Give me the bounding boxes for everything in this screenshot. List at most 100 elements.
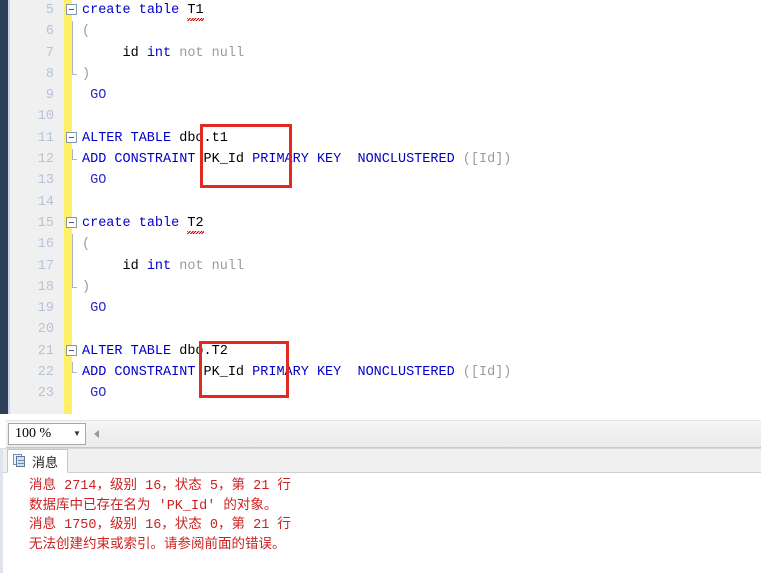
line-number: 7: [45, 45, 54, 61]
code-line[interactable]: 19 GO: [38, 298, 761, 319]
code-line-text: create table T1: [82, 3, 204, 18]
tab-messages[interactable]: 消息: [7, 449, 69, 473]
code-token: int: [146, 258, 172, 274]
messages-document-icon: [13, 454, 27, 468]
code-token: NONCLUSTERED: [357, 365, 455, 381]
code-token: create: [82, 3, 131, 18]
code-line[interactable]: 15 create table T2: [38, 213, 761, 234]
block-guide-line: [72, 42, 73, 64]
code-token: table: [138, 3, 180, 18]
code-text-area[interactable]: 5 create table T1 6(7 id int not null 8) 9 G…: [38, 0, 761, 414]
code-token: ALTER TABLE: [82, 130, 172, 146]
line-number: 10: [37, 109, 54, 125]
code-token: PK_Id: [195, 152, 253, 168]
line-number: 5: [45, 3, 54, 18]
block-guide-line: [72, 149, 77, 161]
line-number: 23: [37, 386, 54, 402]
message-line: 无法创建约束或索引。请参阅前面的错误。: [29, 537, 286, 553]
code-token: not null: [179, 258, 245, 274]
code-token: (: [82, 24, 91, 40]
code-token: ): [82, 66, 91, 82]
line-number: 15: [37, 215, 54, 231]
code-token: (: [82, 237, 91, 253]
zoom-level-value: 100 %: [15, 426, 52, 441]
code-token: ([Id]): [454, 152, 512, 168]
code-line[interactable]: 16 (: [38, 234, 761, 256]
line-number: 9: [45, 88, 54, 104]
code-line[interactable]: 8): [46, 63, 761, 85]
code-token: PK_Id: [195, 365, 253, 381]
code-line-text: (: [82, 24, 90, 39]
message-line: 消息 2714，级别 16，状态 5，第 21 行: [29, 479, 291, 494]
code-line[interactable]: 20: [38, 319, 761, 340]
code-line[interactable]: 9 GO: [46, 85, 761, 106]
code-line-text: ): [82, 67, 90, 82]
code-line[interactable]: 13 GO: [38, 170, 761, 191]
messages-pane: 消息 消息 2714，级别 16，状态 5，第 21 行数据库中已存在名为 'P…: [3, 448, 761, 573]
line-number: 22: [37, 365, 54, 381]
code-token: PRIMARY KEY: [252, 365, 342, 381]
code-token: ): [82, 279, 91, 295]
code-token: not null: [179, 45, 245, 61]
sql-code-editor[interactable]: 5 create table T1 6(7 id int not null 8) 9 G…: [10, 0, 761, 414]
code-token: dbo.T2: [171, 343, 228, 359]
code-line-text: GO: [82, 88, 106, 103]
code-line-text: ALTER TABLE dbo.t1: [82, 131, 228, 146]
code-line[interactable]: 7 id int not null: [46, 42, 761, 64]
code-line-text: ): [82, 280, 90, 295]
code-line-text: ADD CONSTRAINT PK_Id PRIMARY KEY NONCLUS…: [82, 365, 511, 380]
editor-status-bar: 100 % ▼: [6, 420, 761, 448]
code-line[interactable]: 5 create table T1: [46, 0, 761, 21]
code-line[interactable]: 12 ADD CONSTRAINT PK_Id PRIMARY KEY NONCL…: [38, 149, 761, 170]
code-token: ALTER TABLE: [82, 343, 172, 359]
scroll-left-arrow-icon[interactable]: [94, 430, 99, 438]
code-line-text: (: [82, 237, 90, 252]
line-number: 16: [37, 237, 54, 253]
code-line-text: id int not null: [82, 258, 245, 274]
code-token: id: [82, 45, 147, 61]
code-line[interactable]: 18): [38, 276, 761, 298]
code-line[interactable]: 21 ALTER TABLE dbo.T2: [38, 341, 761, 362]
block-guide-line: [72, 234, 73, 256]
block-guide-line: [72, 21, 73, 43]
line-number: 11: [37, 130, 54, 146]
code-line[interactable]: 14: [38, 192, 761, 213]
results-tab-strip: 消息: [3, 449, 761, 473]
sql-editor-window: 5 create table T1 6(7 id int not null 8) 9 G…: [0, 0, 761, 573]
collapse-toggle-icon[interactable]: [66, 216, 77, 228]
collapse-toggle-icon[interactable]: [66, 131, 77, 143]
code-line-text: GO: [82, 386, 106, 401]
code-token: ADD CONSTRAINT: [82, 365, 196, 381]
code-token: int: [146, 45, 172, 61]
chevron-down-icon[interactable]: ▼: [69, 430, 85, 438]
code-token: T2: [187, 215, 204, 231]
code-token: GO: [82, 88, 107, 104]
block-guide-line: [72, 63, 77, 75]
zoom-level-select[interactable]: 100 % ▼: [8, 423, 86, 445]
code-line[interactable]: 17 id int not null: [38, 255, 761, 277]
collapse-toggle-icon[interactable]: [66, 344, 77, 356]
code-line[interactable]: 11 ALTER TABLE dbo.t1: [38, 128, 761, 149]
code-token: create: [82, 215, 131, 231]
code-line[interactable]: 23 GO: [38, 383, 761, 404]
line-number: 6: [45, 24, 54, 40]
block-guide-line: [72, 276, 77, 288]
tab-messages-label: 消息: [32, 455, 59, 471]
code-token: table: [138, 215, 180, 231]
code-token: GO: [82, 386, 107, 402]
code-token: NONCLUSTERED: [357, 152, 455, 168]
code-line[interactable]: 22 ADD CONSTRAINT PK_Id PRIMARY KEY NONCL…: [38, 362, 761, 383]
code-line-text: ADD CONSTRAINT PK_Id PRIMARY KEY NONCLUS…: [82, 152, 511, 167]
code-line-text: GO: [82, 301, 106, 316]
code-line-text: id int not null: [82, 45, 245, 61]
code-line[interactable]: 10: [38, 106, 761, 127]
line-number: 12: [37, 152, 54, 168]
code-token: T1: [187, 3, 204, 18]
code-line[interactable]: 6(: [46, 21, 761, 43]
message-line: 消息 1750，级别 16，状态 0，第 21 行: [29, 518, 291, 533]
messages-text-body[interactable]: 消息 2714，级别 16，状态 5，第 21 行数据库中已存在名为 'PK_I…: [3, 474, 761, 573]
line-number: 20: [37, 322, 54, 338]
collapse-toggle-icon[interactable]: [66, 4, 77, 15]
line-number: 21: [37, 343, 54, 359]
